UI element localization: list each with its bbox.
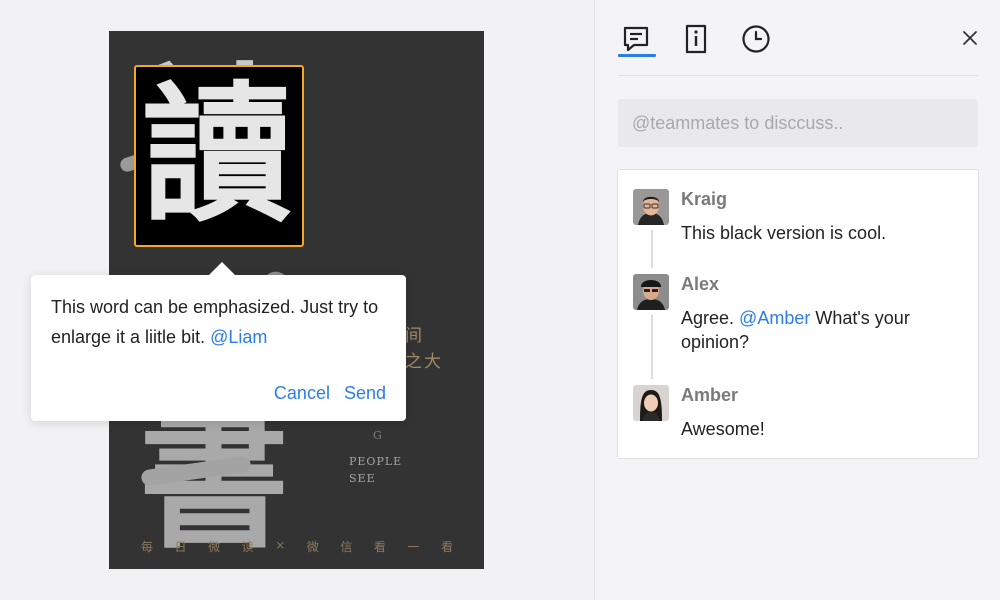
- comment-author: Amber: [681, 385, 739, 405]
- mention-liam[interactable]: @Liam: [210, 327, 267, 347]
- avatar-amber-image: [633, 385, 669, 421]
- poster-en-line-3: SEE: [349, 472, 376, 485]
- mention-amber[interactable]: @Amber: [739, 308, 810, 328]
- comment-author: Alex: [681, 274, 720, 294]
- thread-connector: [651, 315, 653, 379]
- poster-footer-char: 信: [340, 540, 353, 554]
- comment-author: Kraig: [681, 189, 728, 209]
- comments-panel: Kraig This black version is cool. Alex A…: [594, 0, 1000, 600]
- poster-footer-char: 微: [208, 540, 221, 554]
- avatar[interactable]: [633, 189, 669, 225]
- thread-connector: [651, 230, 653, 268]
- discussion-input[interactable]: [618, 99, 978, 147]
- tab-comments[interactable]: [618, 22, 656, 57]
- avatar[interactable]: [633, 385, 669, 421]
- comment-thread: Kraig This black version is cool. Alex A…: [617, 169, 979, 459]
- poster-cjk-line-2: 之大: [405, 352, 443, 372]
- poster-footer-char: 一: [407, 540, 420, 554]
- poster-en-line-1: G: [373, 429, 383, 442]
- poster-footer-char: 每: [141, 540, 154, 554]
- avatar-alex-image: [633, 274, 669, 310]
- comment-text: This black version is cool.: [681, 221, 961, 245]
- poster-footer-char: 微: [306, 540, 319, 554]
- comment-text-part: This black version is cool.: [681, 223, 887, 243]
- poster-english-text: G PEOPLE SEE: [349, 427, 402, 487]
- poster-footer-char: 看: [440, 540, 453, 554]
- comment-icon: [623, 26, 649, 52]
- comment-popover: This word can be emphasized. Just try to…: [31, 262, 406, 421]
- comment-text: Agree. @Amber What's your opinion?: [681, 306, 961, 354]
- selected-region[interactable]: 讀: [134, 65, 304, 247]
- avatar[interactable]: [633, 274, 669, 310]
- poster-footer-char: 读: [241, 540, 254, 554]
- panel-tabs: [618, 0, 978, 76]
- comment-draft-text: This word can be emphasized. Just try to…: [51, 292, 391, 352]
- poster-footer: 每 日 微 读 × 微 信 看 一 看: [141, 538, 453, 555]
- cancel-button[interactable]: Cancel: [274, 383, 330, 404]
- active-tab-indicator: [618, 54, 656, 57]
- close-icon: [963, 31, 977, 45]
- popover-actions: Cancel Send: [274, 383, 386, 404]
- poster-footer-char: 看: [373, 540, 386, 554]
- poster-cjk-line-1: 间: [405, 326, 424, 346]
- info-icon: [685, 24, 707, 54]
- avatar-kraig-image: [633, 189, 669, 225]
- poster-footer-char: 日: [174, 540, 187, 554]
- design-canvas: 讀 書 间 之大 G PEOPLE SEE 每 日 微 读 × 微 信 看 一 …: [0, 0, 594, 600]
- tab-history[interactable]: [738, 22, 774, 56]
- poster-en-line-2: PEOPLE: [349, 455, 403, 468]
- close-panel-button[interactable]: [959, 27, 981, 49]
- comment-text: Awesome!: [681, 417, 961, 441]
- comment-text-part: Agree.: [681, 308, 740, 328]
- selected-glyph: 讀: [142, 67, 293, 243]
- clock-icon: [742, 25, 770, 53]
- poster-footer-char: ×: [275, 538, 286, 552]
- tab-info[interactable]: [678, 22, 714, 56]
- comment-text-part: Awesome!: [681, 419, 765, 439]
- send-button[interactable]: Send: [344, 383, 386, 404]
